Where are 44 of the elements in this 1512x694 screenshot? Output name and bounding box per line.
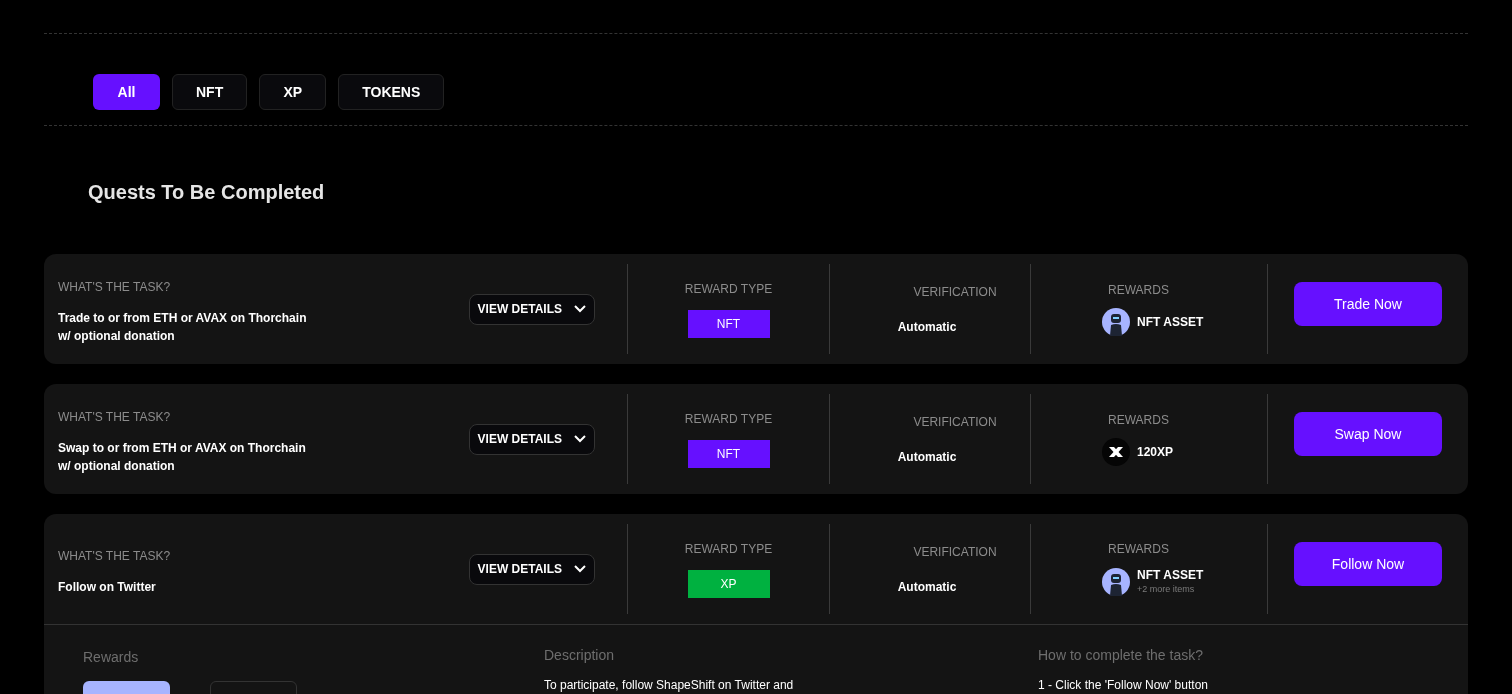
column-label: WHAT'S THE TASK? xyxy=(58,408,171,425)
chevron-down-icon xyxy=(574,565,586,573)
verification-value: Automatic xyxy=(897,448,957,465)
action-button[interactable]: Follow Now xyxy=(1294,542,1442,586)
verification-value: Automatic xyxy=(897,578,957,595)
reward-name: 120XP xyxy=(1137,444,1174,460)
reward-name: NFT ASSET xyxy=(1137,314,1204,330)
task-text: Trade to or from ETH or AVAX on Thorchain w/ optional donation xyxy=(58,309,308,345)
details-heading: Description xyxy=(544,646,616,665)
details-heading: How to complete the task? xyxy=(1038,646,1204,665)
chevron-down-icon xyxy=(574,435,586,443)
reward-name: NFT ASSET xyxy=(1137,567,1204,584)
details-heading: Rewards xyxy=(83,648,139,667)
column-label: REWARDS xyxy=(1108,282,1170,298)
task-text: Follow on Twitter xyxy=(58,578,157,596)
view-details-button[interactable]: VIEW DETAILS xyxy=(468,293,595,325)
filter-tab[interactable]: All xyxy=(93,74,160,110)
verification-value: Automatic xyxy=(897,318,957,335)
filter-tab[interactable]: NFT xyxy=(172,74,248,110)
column-label: WHAT'S THE TASK? xyxy=(58,547,171,564)
view-details-button[interactable]: VIEW DETAILS xyxy=(468,423,595,455)
task-text: Swap to or from ETH or AVAX on Thorchain w/ optional donation xyxy=(58,439,307,475)
action-button[interactable]: Swap Now xyxy=(1294,412,1442,456)
section-title: Quests To Be Completed xyxy=(88,180,325,205)
column-label: REWARD TYPE xyxy=(684,280,773,297)
column-label: VERIFICATION xyxy=(913,543,997,560)
action-button[interactable]: Trade Now xyxy=(1294,282,1442,326)
column-label: REWARD TYPE xyxy=(684,540,773,557)
column-label: REWARDS xyxy=(1108,412,1170,428)
more-items-text: +2 more items xyxy=(1137,583,1196,597)
column-label: WHAT'S THE TASK? xyxy=(58,278,171,295)
column-label: REWARDS xyxy=(1108,541,1170,558)
view-details-button[interactable]: VIEW DETAILS xyxy=(468,553,595,585)
column-label: VERIFICATION xyxy=(913,413,997,430)
chevron-down-icon xyxy=(574,305,586,313)
description-text: To participate, follow ShapeShift on Twitter and xyxy=(544,677,795,693)
filter-tab[interactable]: XP xyxy=(259,74,327,110)
reward-type-badge: XP xyxy=(687,569,770,598)
howto-step: 1 - Click the 'Follow Now' button xyxy=(1038,677,1468,693)
reward-type-badge: NFT xyxy=(687,309,770,338)
column-label: REWARD TYPE xyxy=(684,410,773,427)
filter-tab[interactable]: TOKENS xyxy=(338,74,445,110)
reward-type-badge: NFT xyxy=(687,439,770,468)
column-label: VERIFICATION xyxy=(913,283,997,300)
